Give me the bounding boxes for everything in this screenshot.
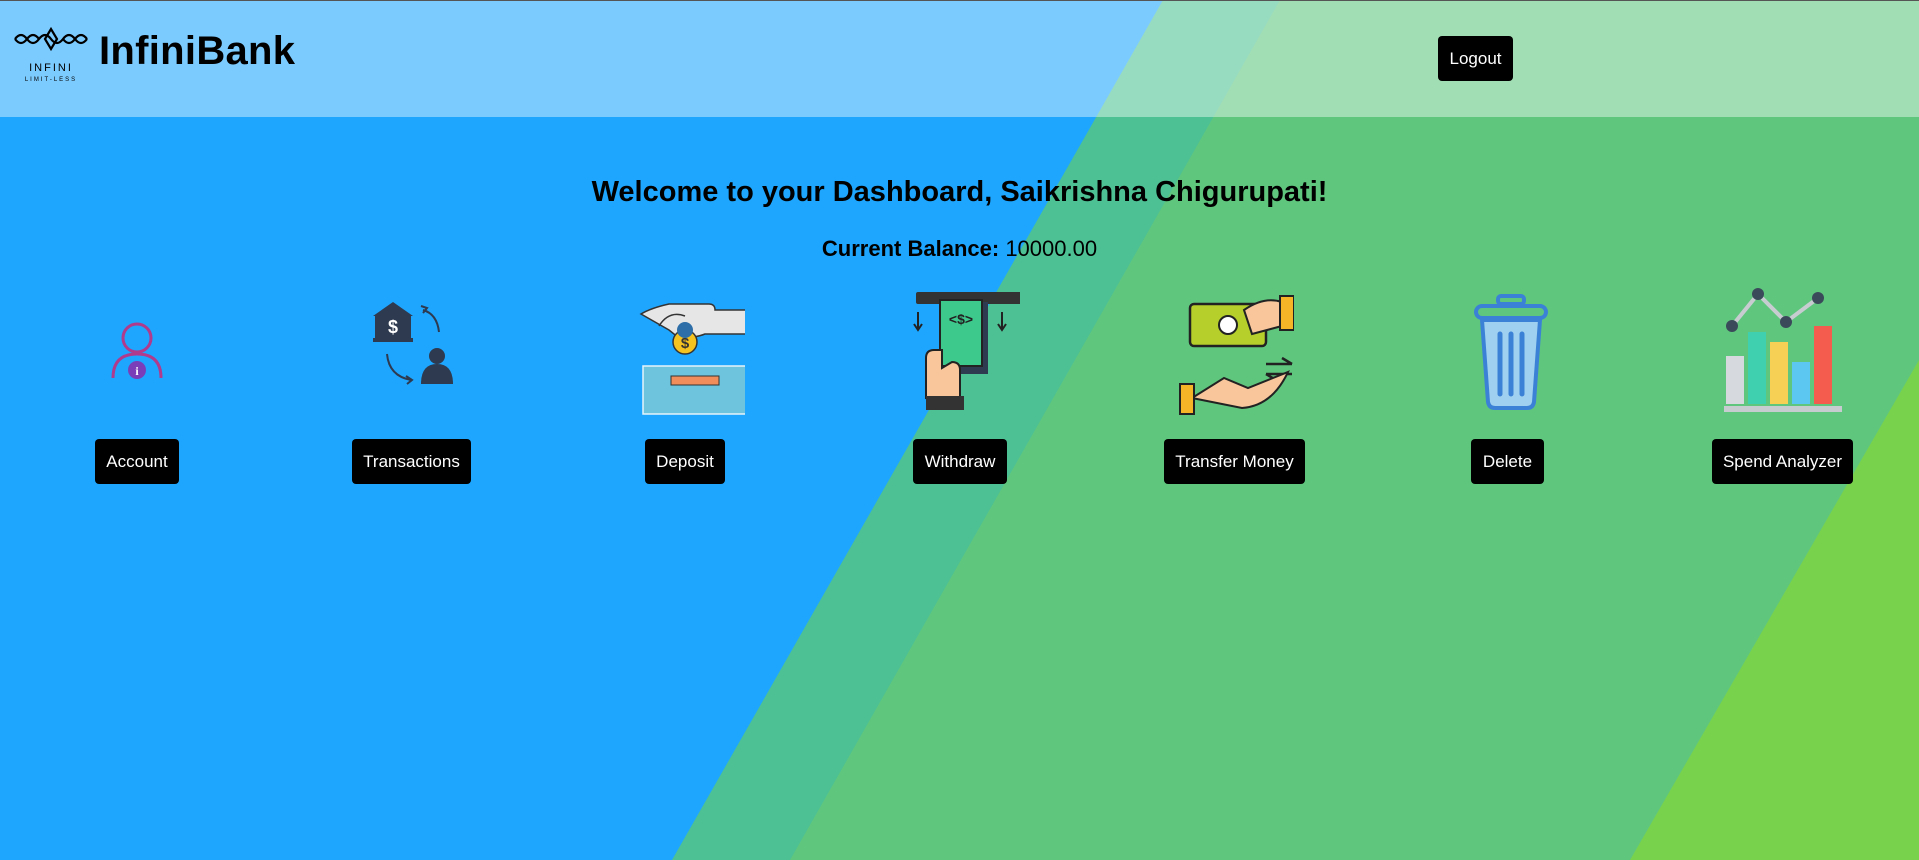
transfer-money-tile: Transfer Money	[1159, 286, 1309, 486]
welcome-heading: Welcome to your Dashboard, Saikrishna Ch…	[591, 176, 1328, 208]
transfer-money-icon[interactable]	[1174, 286, 1294, 416]
current-balance: Current Balance: 10000.00	[0, 236, 1919, 262]
spend-analyzer-button[interactable]: Spend Analyzer	[1712, 439, 1853, 484]
svg-text:<$>: <$>	[949, 311, 973, 327]
dashboard-page: INFINI LIMIT-LESS InfiniBank Logout Welc…	[0, 0, 1919, 860]
withdraw-icon[interactable]: <$>	[900, 286, 1020, 416]
spend-analyzer-tile: Spend Analyzer	[1707, 286, 1857, 486]
top-header: INFINI LIMIT-LESS InfiniBank Logout	[0, 0, 1919, 117]
logo-subtitle: LIMIT-LESS	[25, 77, 77, 83]
logout-button[interactable]: Logout	[1438, 36, 1513, 81]
deposit-icon[interactable]: $	[625, 286, 745, 416]
transfer-money-button[interactable]: Transfer Money	[1164, 439, 1305, 484]
transactions-icon[interactable]: $	[351, 286, 471, 416]
svg-text:$: $	[388, 317, 398, 337]
brand-name: InfiniBank	[99, 29, 296, 73]
account-tile: i Account	[62, 286, 212, 486]
withdraw-button[interactable]: Withdraw	[913, 439, 1007, 484]
balance-value: 10000.00	[1005, 236, 1098, 261]
account-icon[interactable]: i	[77, 286, 197, 416]
trash-icon[interactable]	[1448, 286, 1568, 416]
logo-title: INFINI	[29, 62, 73, 74]
account-button[interactable]: Account	[95, 439, 179, 484]
withdraw-tile: <$> Withdraw	[885, 286, 1035, 486]
infini-logo[interactable]: INFINI LIMIT-LESS	[12, 21, 90, 83]
deposit-tile: $ Deposit	[610, 286, 760, 486]
deposit-button[interactable]: Deposit	[645, 439, 725, 484]
transactions-button[interactable]: Transactions	[352, 439, 471, 484]
transactions-tile: $ Transactions	[336, 286, 486, 486]
delete-tile: Delete	[1433, 286, 1583, 486]
balance-label: Current Balance:	[821, 236, 1000, 261]
spend-analyzer-icon[interactable]	[1722, 286, 1842, 416]
delete-button[interactable]: Delete	[1471, 439, 1544, 484]
